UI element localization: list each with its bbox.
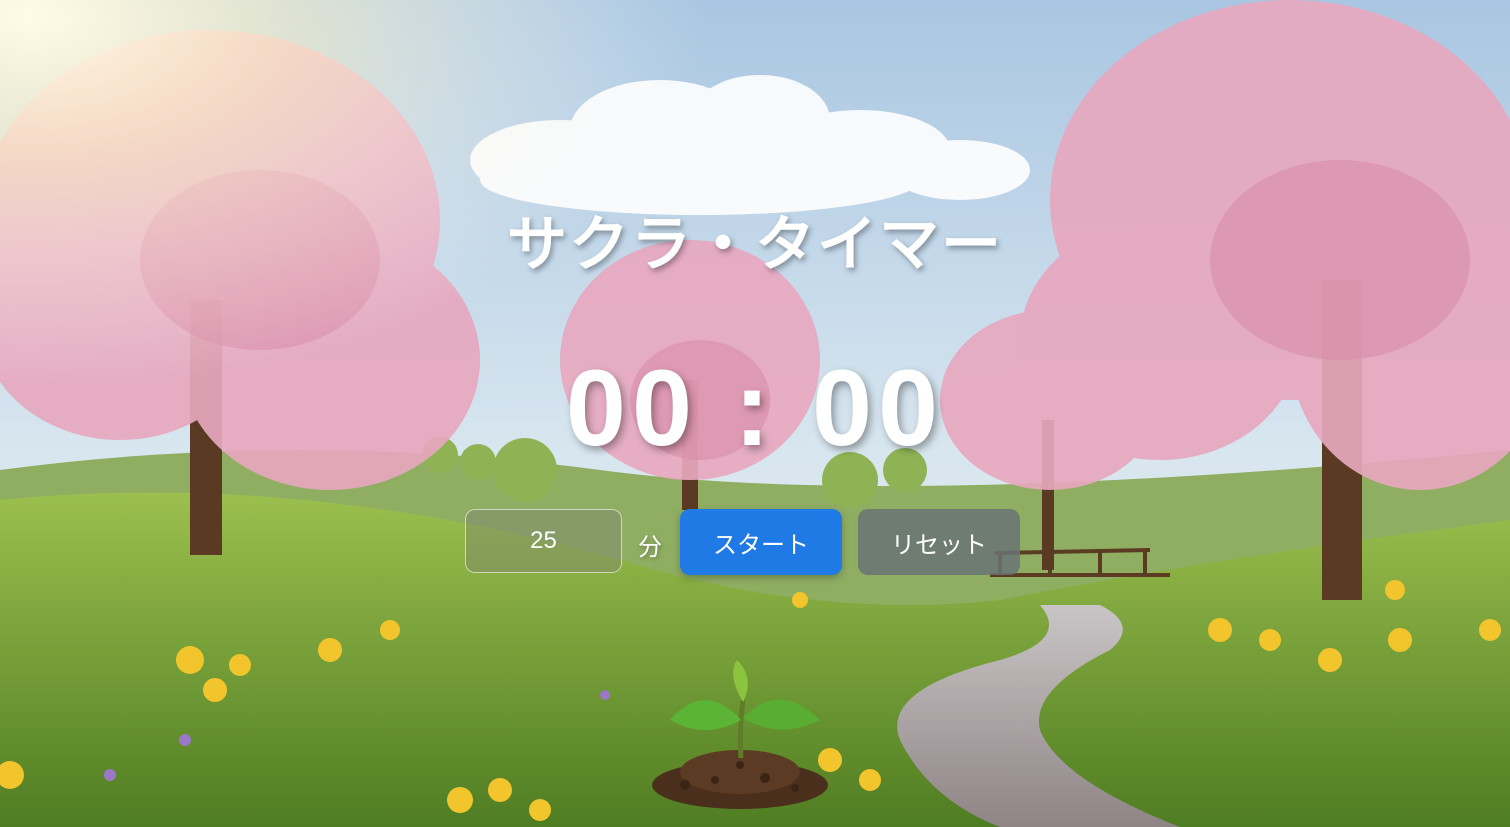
timer-controls: 分 スタート リセット: [0, 509, 1510, 575]
minutes-unit-label: 分: [638, 533, 662, 561]
app-title: サクラ・タイマー: [507, 210, 1003, 280]
minutes-input[interactable]: [465, 509, 622, 573]
sprout-icon: [652, 660, 828, 809]
start-button[interactable]: スタート: [680, 509, 842, 575]
timer-display: 00 : 00: [565, 347, 945, 468]
reset-button[interactable]: リセット: [858, 509, 1020, 575]
